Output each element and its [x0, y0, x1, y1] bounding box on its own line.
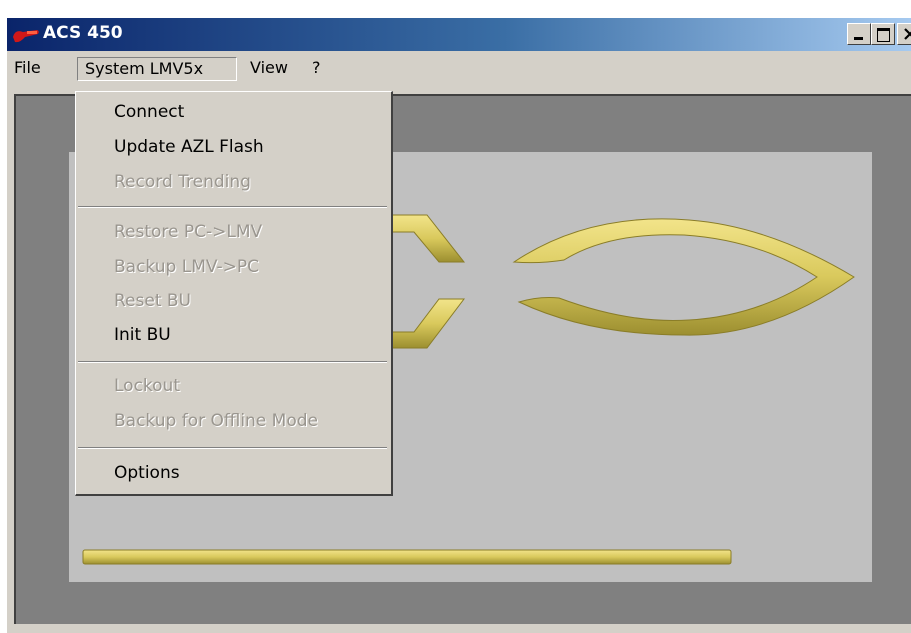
title-bar[interactable]: ACS 450: [7, 18, 911, 51]
maximize-icon: [877, 28, 890, 42]
close-button[interactable]: [897, 23, 911, 45]
menu-item-init-bu[interactable]: Init BU: [114, 321, 171, 349]
menu-separator: [78, 361, 387, 363]
window-title: ACS 450: [43, 23, 123, 43]
logo-flame-shape: [512, 218, 855, 336]
menu-separator: [78, 447, 387, 449]
menu-item-record-trending[interactable]: Record Trending: [114, 168, 251, 196]
menu-bar: File System LMV5x View ?: [7, 51, 911, 85]
app-icon: [13, 30, 39, 43]
menu-separator: [78, 206, 387, 208]
maximize-button[interactable]: [871, 23, 895, 45]
minimize-icon: [854, 37, 863, 40]
app-window: ACS 450 File System LMV5x View ? Connect…: [7, 18, 911, 633]
menu-item-update-azl-flash[interactable]: Update AZL Flash: [114, 133, 264, 161]
menu-help[interactable]: ?: [305, 57, 328, 81]
system-lmv5x-dropdown-menu: Connect Update AZL Flash Record Trending…: [75, 91, 393, 496]
menu-view[interactable]: View: [243, 57, 295, 81]
menu-item-backup-for-offline-mode[interactable]: Backup for Offline Mode: [114, 407, 318, 435]
menu-item-lockout[interactable]: Lockout: [114, 372, 180, 400]
logo-underline-bar: [82, 549, 732, 565]
menu-file[interactable]: File: [7, 57, 48, 81]
menu-item-options[interactable]: Options: [114, 459, 180, 487]
menu-system-lmv5x[interactable]: System LMV5x: [77, 57, 237, 81]
menu-item-backup-lmv-pc[interactable]: Backup LMV->PC: [114, 253, 259, 281]
menu-item-connect[interactable]: Connect: [114, 98, 184, 126]
minimize-button[interactable]: [847, 23, 871, 45]
menu-item-restore-pc-lmv[interactable]: Restore PC->LMV: [114, 218, 262, 246]
close-icon: [904, 28, 911, 40]
menu-item-reset-bu[interactable]: Reset BU: [114, 287, 191, 315]
